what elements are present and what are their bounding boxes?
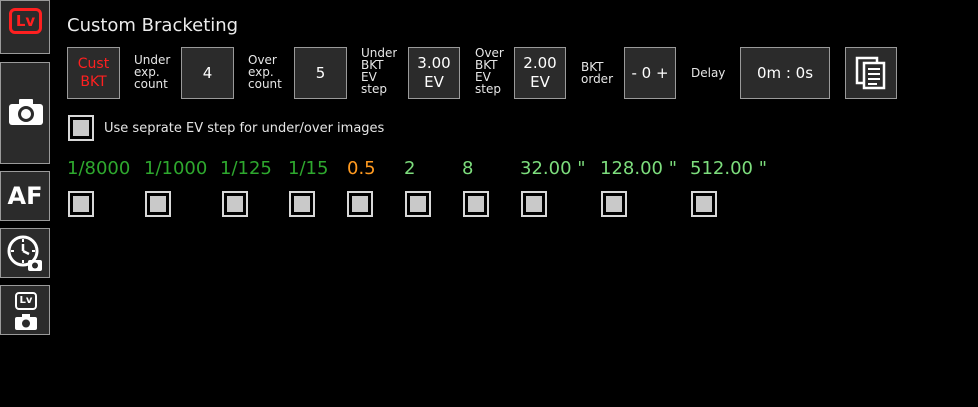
shutter-checkbox[interactable] — [68, 191, 94, 217]
shutter-checkbox[interactable] — [347, 191, 373, 217]
separate-step-checkbox[interactable] — [68, 115, 94, 141]
over-step-field[interactable]: 2.00 EV — [514, 47, 566, 99]
bkt-order-field[interactable]: - 0 + — [624, 47, 676, 99]
over-count-field[interactable]: 5 — [294, 47, 347, 99]
delay-field[interactable]: 0m : 0s — [740, 47, 830, 99]
shutter-checkbox[interactable] — [145, 191, 171, 217]
under-count-label: Under exp. count — [134, 53, 171, 91]
separate-step-label: Use seprate EV step for under/over image… — [104, 121, 385, 136]
under-step-field[interactable]: 3.00 EV — [408, 47, 460, 99]
shutter-value: 1/8000 — [67, 158, 131, 179]
shutter-value: 8 — [462, 158, 474, 179]
shutter-value: 128.00 " — [600, 158, 677, 179]
shutter-checkbox[interactable] — [405, 191, 431, 217]
shutter-checkbox[interactable] — [289, 191, 315, 217]
sidebar-tab-shooting[interactable] — [0, 62, 50, 164]
under-step-label: Under BKT EV step — [361, 47, 398, 96]
shutter-value: 0.5 — [347, 158, 376, 179]
sidebar-tab-liveview-camera[interactable]: Lv — [0, 285, 50, 335]
copy-icon — [855, 56, 886, 90]
small-camera-icon — [15, 314, 37, 330]
bkt-order-label: BKT order — [581, 60, 613, 86]
over-count-label: Over exp. count — [248, 53, 282, 91]
shutter-value: 1/15 — [288, 158, 329, 179]
over-step-label: Over BKT EV step — [475, 47, 504, 96]
clock-timer-icon — [7, 235, 42, 271]
shutter-checkbox[interactable] — [463, 191, 489, 217]
bracketing-mode-button[interactable]: Cust BKT — [67, 47, 120, 99]
shutter-checkbox[interactable] — [601, 191, 627, 217]
liveview-icon: Lv — [9, 8, 42, 34]
sidebar-tab-af[interactable]: AF — [0, 171, 50, 221]
under-count-field[interactable]: 4 — [181, 47, 234, 99]
sidebar-tab-liveview[interactable]: Lv — [0, 0, 50, 54]
delay-label: Delay — [691, 66, 726, 80]
shutter-value: 1/125 — [220, 158, 272, 179]
camera-icon — [9, 99, 43, 125]
shutter-value: 1/1000 — [144, 158, 208, 179]
sidebar-tab-timelapse[interactable] — [0, 228, 50, 278]
shutter-checkbox[interactable] — [521, 191, 547, 217]
shutter-checkbox[interactable] — [691, 191, 717, 217]
liveview-camera-icon: Lv — [15, 292, 37, 310]
shutter-value: 32.00 " — [520, 158, 586, 179]
shutter-value: 2 — [404, 158, 416, 179]
shutter-checkbox[interactable] — [222, 191, 248, 217]
page-title: Custom Bracketing — [67, 15, 239, 36]
copy-settings-button[interactable] — [845, 47, 897, 99]
shutter-value: 512.00 " — [690, 158, 767, 179]
af-icon: AF — [7, 182, 43, 210]
